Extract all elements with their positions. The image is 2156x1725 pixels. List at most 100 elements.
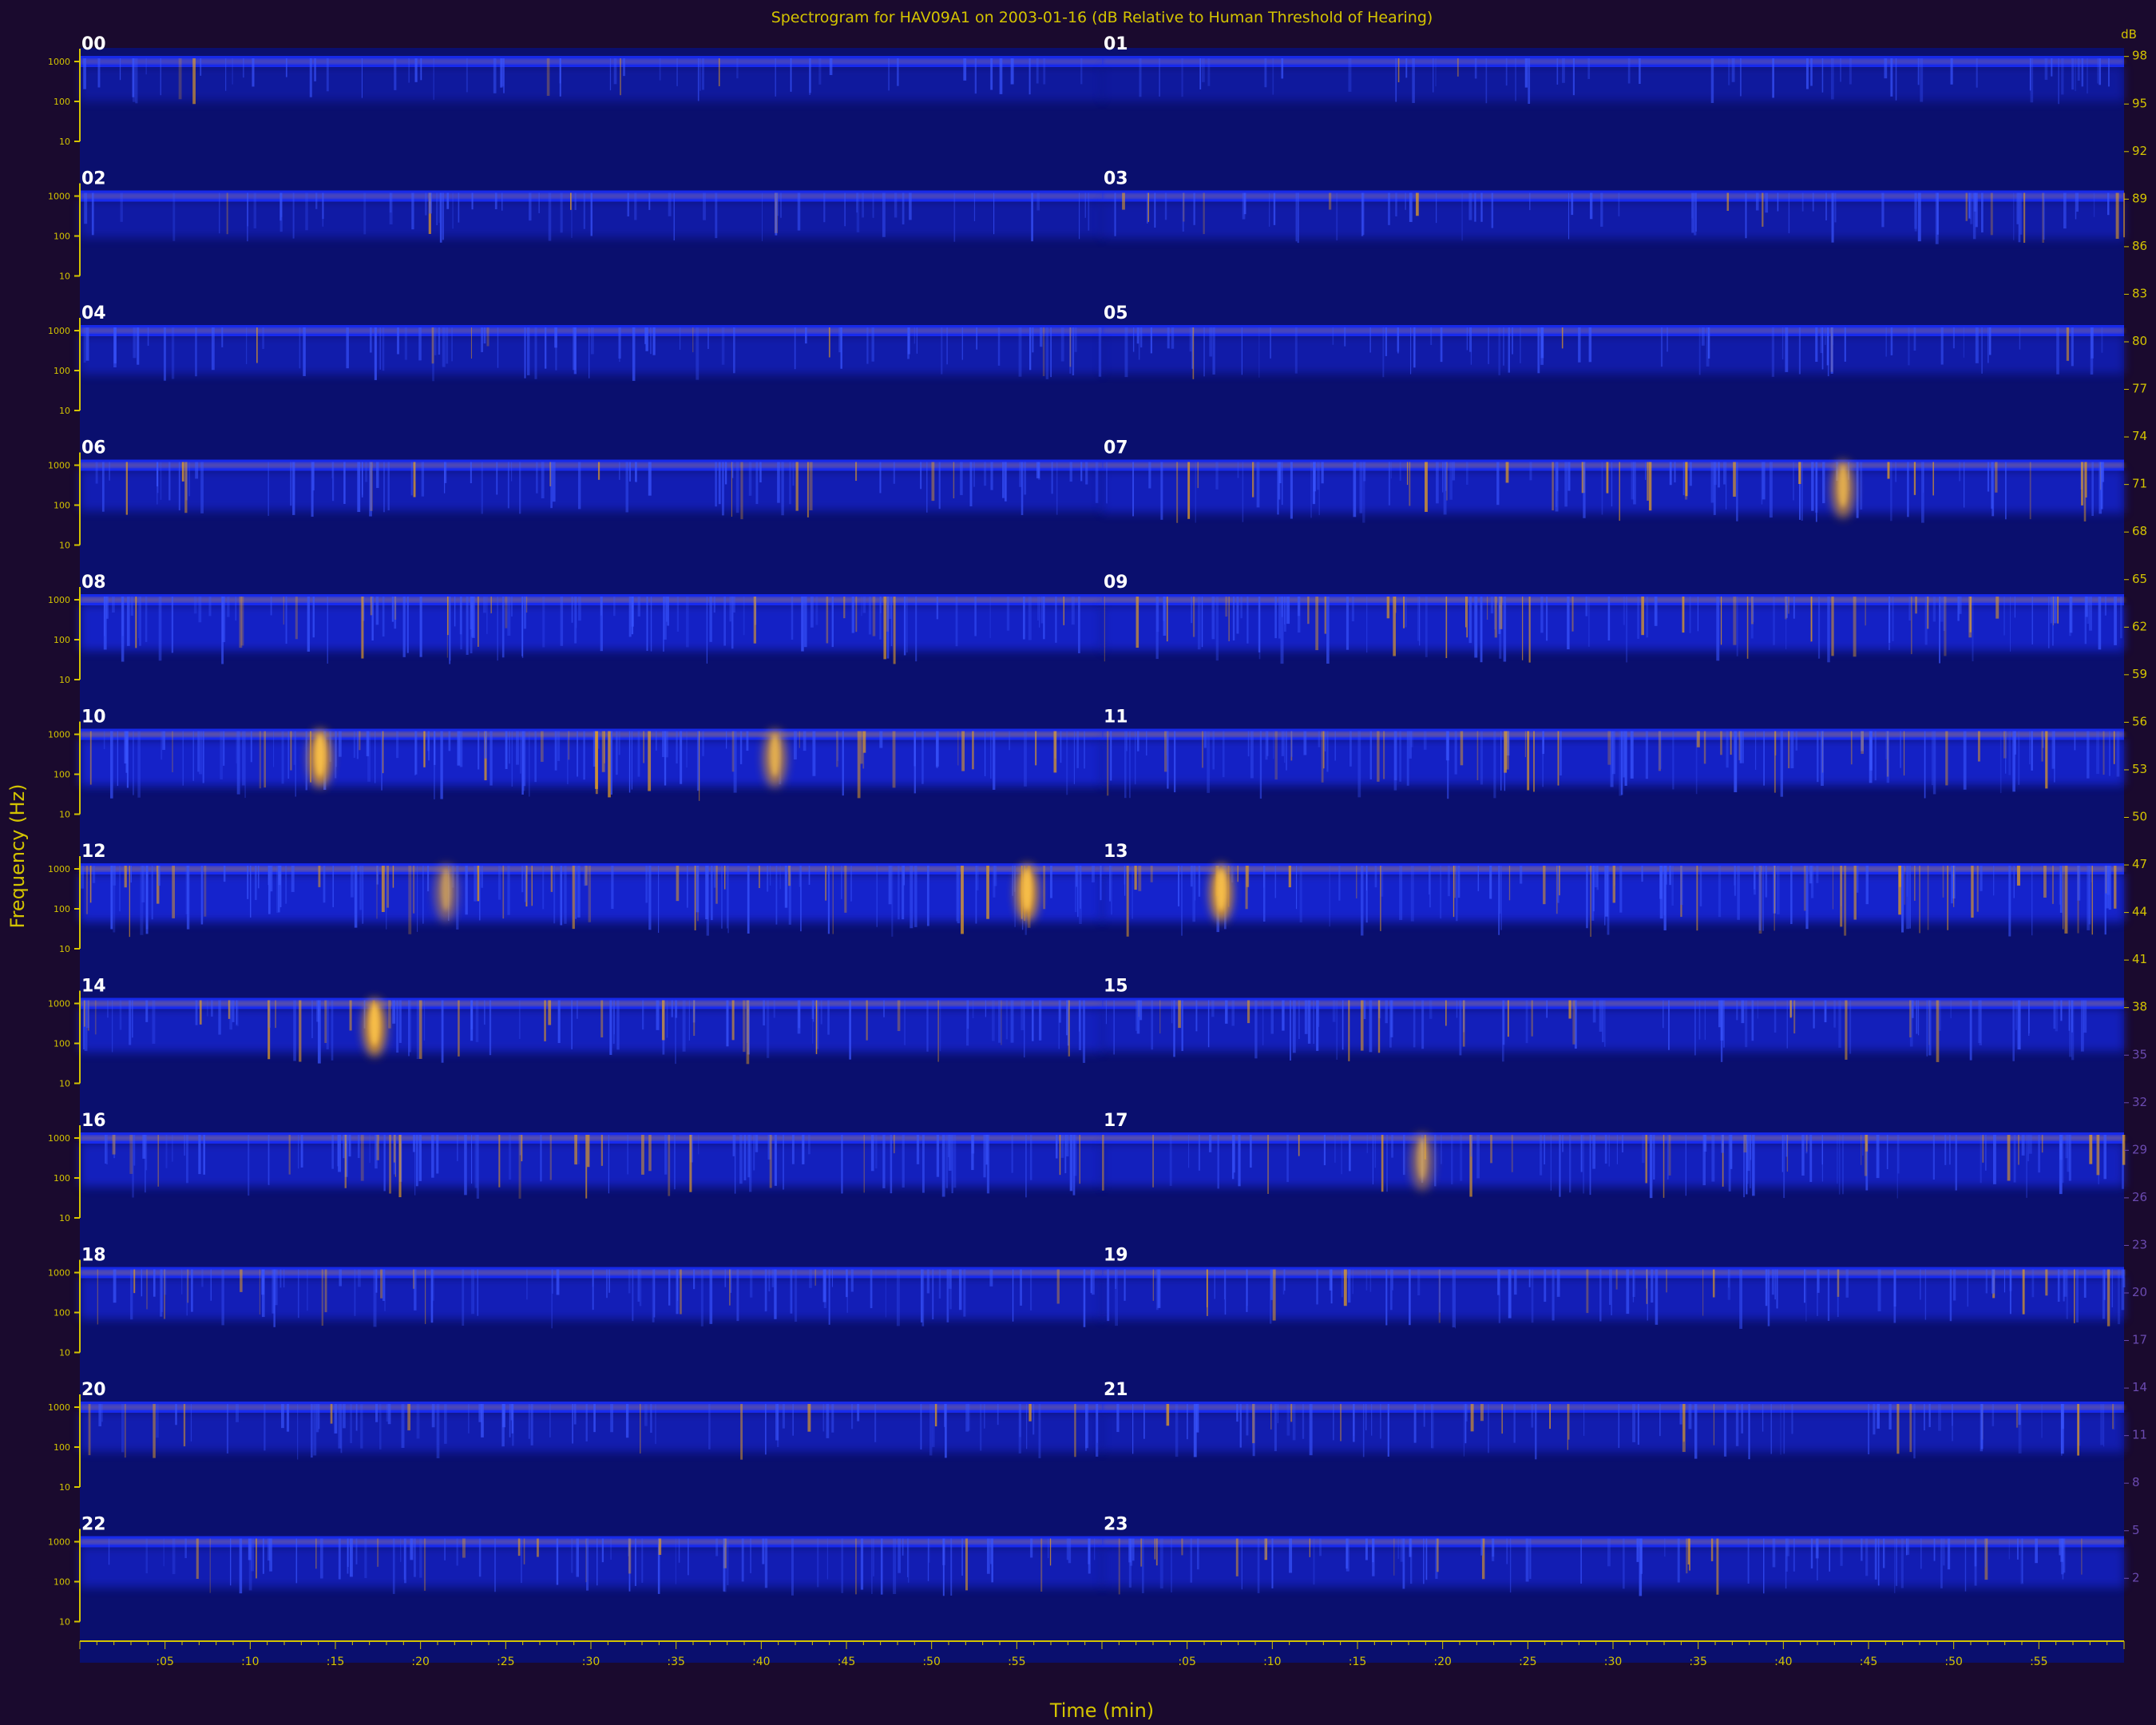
- noise-streak: [1698, 327, 1701, 375]
- noise-streak: [1294, 327, 1298, 374]
- noise-streak: [2088, 866, 2091, 925]
- noise-streak: [696, 327, 700, 380]
- noise-streak: [1630, 731, 1634, 779]
- noise-streak: [1262, 866, 1266, 922]
- noise-streak: [124, 1404, 126, 1458]
- noise-streak: [568, 731, 570, 760]
- noise-streak: [1278, 462, 1281, 500]
- noise-streak: [1525, 1000, 1528, 1044]
- noise-streak: [270, 597, 272, 616]
- noise-streak: [279, 866, 282, 907]
- noise-streak: [1745, 1000, 1748, 1048]
- colorbar-tick-label: 65: [2132, 572, 2147, 586]
- colorbar-tick-label: 17: [2132, 1333, 2147, 1347]
- noise-streak: [425, 192, 427, 216]
- noise-streak: [1559, 866, 1560, 896]
- noise-streak: [1707, 327, 1710, 359]
- noise-streak: [2099, 58, 2102, 85]
- noise-streak: [369, 327, 372, 353]
- noise-streak: [1728, 58, 1730, 85]
- noise-streak: [356, 731, 359, 759]
- noise-streak: [2103, 1135, 2106, 1180]
- noise-streak: [1496, 462, 1500, 506]
- noise-streak: [768, 1269, 771, 1292]
- noise-streak: [860, 731, 863, 764]
- noise-streak: [1544, 1269, 1547, 1303]
- noise-streak: [1071, 597, 1075, 625]
- row-band-low: [80, 470, 1102, 511]
- noise-streak: [767, 866, 769, 892]
- noise-streak: [1429, 1000, 1433, 1019]
- noise-streak: [1827, 597, 1830, 663]
- noise-streak: [733, 597, 735, 613]
- noise-streak: [1578, 327, 1581, 363]
- noise-streak: [1388, 462, 1391, 506]
- noise-streak: [957, 866, 960, 924]
- noise-streak: [382, 327, 385, 371]
- noise-streak: [133, 731, 134, 795]
- noise-streak: [740, 462, 743, 520]
- noise-streak: [826, 1404, 830, 1438]
- noise-streak: [112, 1135, 116, 1155]
- noise-streak: [1990, 192, 1993, 236]
- noise-streak: [1464, 597, 1467, 628]
- noise-streak: [1508, 866, 1511, 901]
- noise-streak: [511, 597, 513, 617]
- noise-streak: [791, 597, 794, 640]
- frequency-tick-label: 1000: [48, 326, 70, 336]
- noise-streak: [126, 731, 129, 788]
- noise-streak: [1209, 327, 1213, 357]
- noise-streak: [655, 1404, 656, 1445]
- noise-streak: [442, 327, 446, 367]
- noise-streak: [1736, 462, 1738, 521]
- noise-streak: [415, 1135, 418, 1187]
- noise-streak: [1365, 866, 1368, 891]
- noise-streak: [1938, 1000, 1941, 1031]
- noise-streak: [1454, 731, 1457, 775]
- noise-streak: [401, 1404, 405, 1449]
- noise-streak: [353, 731, 356, 758]
- noise-streak: [1546, 597, 1548, 641]
- noise-streak: [1281, 731, 1285, 756]
- noise-streak: [300, 1135, 303, 1168]
- noise-streak: [937, 1000, 939, 1062]
- noise-streak: [1805, 1269, 1807, 1322]
- noise-streak: [1586, 1269, 1589, 1314]
- noise-streak: [1549, 1404, 1551, 1430]
- noise-streak: [893, 462, 895, 484]
- noise-streak: [762, 1538, 765, 1564]
- noise-streak: [211, 1000, 213, 1017]
- noise-streak: [1066, 1538, 1068, 1560]
- noise-streak: [914, 327, 916, 344]
- row-band-hot-line: [80, 1540, 1102, 1544]
- noise-streak: [1680, 866, 1683, 906]
- noise-streak: [486, 327, 489, 347]
- noise-streak: [1896, 1404, 1900, 1454]
- noise-streak: [1159, 1538, 1163, 1589]
- noise-streak: [667, 597, 670, 626]
- noise-streak: [146, 1269, 148, 1310]
- noise-streak: [521, 866, 524, 893]
- noise-streak: [1535, 1404, 1537, 1460]
- noise-streak: [1383, 731, 1385, 779]
- noise-streak: [1569, 1135, 1571, 1193]
- noise-streak: [1359, 462, 1363, 514]
- noise-streak: [1599, 1000, 1603, 1032]
- noise-streak: [171, 327, 175, 379]
- noise-streak: [2087, 731, 2090, 779]
- noise-streak: [936, 731, 938, 768]
- noise-streak: [2059, 866, 2061, 905]
- colorbar-tick-label: 23: [2132, 1237, 2147, 1251]
- noise-streak: [268, 866, 271, 914]
- noise-streak: [1051, 462, 1053, 494]
- noise-streak: [791, 1538, 794, 1596]
- noise-streak: [1192, 327, 1195, 379]
- noise-streak: [235, 597, 237, 621]
- noise-streak: [1916, 1000, 1918, 1034]
- noise-streak: [1704, 1000, 1706, 1041]
- noise-streak: [1377, 731, 1380, 782]
- noise-streak: [1380, 866, 1381, 931]
- noise-streak: [1753, 866, 1756, 895]
- noise-streak: [1217, 1135, 1219, 1189]
- noise-streak: [185, 866, 188, 914]
